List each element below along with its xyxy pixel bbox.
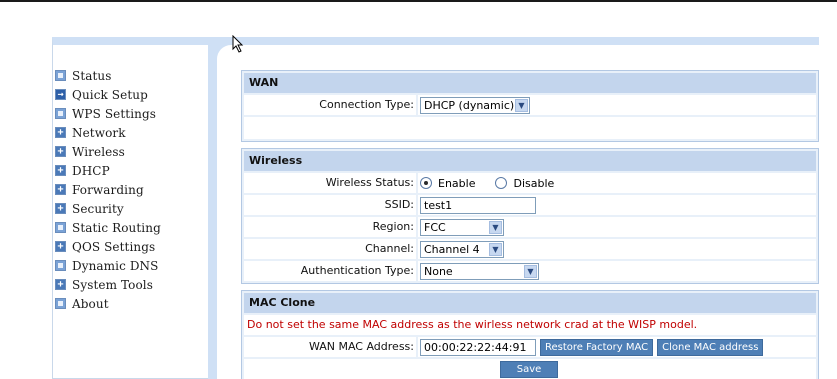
sidebar-nav: Status → Quick Setup WPS Settings + Networ… xyxy=(53,45,208,313)
sidebar-item-status[interactable]: Status xyxy=(53,66,208,85)
region-row: Region: FCC ▼ xyxy=(244,217,816,237)
channel-label: Channel: xyxy=(244,239,416,259)
disable-radio[interactable] xyxy=(495,177,508,189)
auth-type-label: Authentication Type: xyxy=(244,261,416,281)
sidebar-item-label: Static Routing xyxy=(72,220,161,235)
sidebar-item-label: QOS Settings xyxy=(72,239,156,254)
wan-section-title: WAN xyxy=(244,73,816,93)
wan-mac-input[interactable]: 00:00:22:22:44:91 xyxy=(420,338,536,356)
wan-section: WAN Connection Type: DHCP (dynamic) ▼ xyxy=(241,70,819,142)
enable-label: Enable xyxy=(438,176,476,190)
wireless-status-row: Wireless Status: Enable Disable xyxy=(244,173,816,193)
plus-icon: + xyxy=(55,279,66,290)
sidebar-item-about[interactable]: About xyxy=(53,294,208,313)
wireless-status-label: Wireless Status: xyxy=(244,173,416,193)
connection-type-label: Connection Type: xyxy=(244,95,416,115)
plus-icon: + xyxy=(55,184,66,195)
auth-type-row: Authentication Type: None ▼ xyxy=(244,261,816,281)
region-label: Region: xyxy=(244,217,416,237)
page-icon xyxy=(55,222,66,233)
chevron-down-icon: ▼ xyxy=(515,98,528,112)
clone-mac-address-button[interactable]: Clone MAC address xyxy=(657,338,764,356)
sidebar-item-label: Security xyxy=(72,201,124,216)
sidebar-item-label: Forwarding xyxy=(72,182,144,197)
sidebar-item-label: DHCP xyxy=(72,163,110,178)
mac-clone-section-title: MAC Clone xyxy=(244,293,816,313)
sidebar-item-label: Wireless xyxy=(72,144,125,159)
sidebar-item-forwarding[interactable]: + Forwarding xyxy=(53,180,208,199)
sidebar-item-system-tools[interactable]: + System Tools xyxy=(53,275,208,294)
chevron-down-icon: ▼ xyxy=(524,264,537,278)
ssid-label: SSID: xyxy=(244,195,416,215)
mac-clone-warning: Do not set the same MAC address as the w… xyxy=(244,315,816,335)
sidebar-item-dynamic-dns[interactable]: Dynamic DNS xyxy=(53,256,208,275)
channel-select[interactable]: Channel 4 ▼ xyxy=(420,240,504,258)
page-icon xyxy=(55,108,66,119)
chevron-down-icon: ▼ xyxy=(489,242,502,256)
page-icon xyxy=(55,70,66,81)
connection-type-row: Connection Type: DHCP (dynamic) ▼ xyxy=(244,95,816,115)
plus-icon: + xyxy=(55,165,66,176)
sidebar-item-label: Dynamic DNS xyxy=(72,258,159,273)
blank-row xyxy=(244,117,816,139)
restore-factory-mac-button[interactable]: Restore Factory MAC xyxy=(540,338,654,356)
auth-type-value: None xyxy=(424,264,453,278)
plus-icon: + xyxy=(55,146,66,157)
plus-icon: + xyxy=(55,203,66,214)
sidebar-item-label: WPS Settings xyxy=(72,106,157,121)
wireless-section-title: Wireless xyxy=(244,151,816,171)
sidebar-item-label: System Tools xyxy=(72,277,153,292)
sidebar-item-wireless[interactable]: + Wireless xyxy=(53,142,208,161)
region-value: FCC xyxy=(424,220,446,234)
ssid-input[interactable]: test1 xyxy=(420,196,536,214)
sidebar-item-qos-settings[interactable]: + QOS Settings xyxy=(53,237,208,256)
settings-form: WAN Connection Type: DHCP (dynamic) ▼ Wi… xyxy=(241,70,819,379)
region-select[interactable]: FCC ▼ xyxy=(420,218,504,236)
sidebar-item-security[interactable]: + Security xyxy=(53,199,208,218)
wan-mac-row: WAN MAC Address: 00:00:22:22:44:91 Resto… xyxy=(244,337,816,357)
save-button[interactable]: Save xyxy=(500,360,558,378)
wireless-section: Wireless Wireless Status: Enable Disable… xyxy=(241,148,819,284)
ssid-row: SSID: test1 xyxy=(244,195,816,215)
sidebar-item-network[interactable]: + Network xyxy=(53,123,208,142)
chevron-down-icon: ▼ xyxy=(489,220,502,234)
sidebar-item-static-routing[interactable]: Static Routing xyxy=(53,218,208,237)
sidebar-item-dhcp[interactable]: + DHCP xyxy=(53,161,208,180)
save-row: Save xyxy=(244,359,816,379)
channel-row: Channel: Channel 4 ▼ xyxy=(244,239,816,259)
sidebar-item-label: Network xyxy=(72,125,126,140)
disable-label: Disable xyxy=(513,176,555,190)
plus-icon: + xyxy=(55,127,66,138)
page-icon xyxy=(55,260,66,271)
arrow-right-icon: → xyxy=(55,89,66,100)
enable-radio[interactable] xyxy=(420,177,432,189)
sidebar: Status → Quick Setup WPS Settings + Networ… xyxy=(52,37,208,379)
sidebar-item-label: Quick Setup xyxy=(72,87,148,102)
plus-icon: + xyxy=(55,241,66,252)
mac-clone-section: MAC Clone Do not set the same MAC addres… xyxy=(241,290,819,379)
wan-mac-label: WAN MAC Address: xyxy=(244,337,416,357)
page-icon xyxy=(55,298,66,309)
mouse-cursor-icon xyxy=(232,35,244,53)
sidebar-item-label: About xyxy=(72,296,109,311)
channel-value: Channel 4 xyxy=(424,242,480,256)
top-rule xyxy=(0,0,837,2)
sidebar-item-label: Status xyxy=(72,68,112,83)
auth-type-select[interactable]: None ▼ xyxy=(420,262,539,280)
connection-type-select[interactable]: DHCP (dynamic) ▼ xyxy=(420,96,530,114)
sidebar-item-quick-setup[interactable]: → Quick Setup xyxy=(53,85,208,104)
connection-type-value: DHCP (dynamic) xyxy=(424,98,515,112)
sidebar-item-wps-settings[interactable]: WPS Settings xyxy=(53,104,208,123)
